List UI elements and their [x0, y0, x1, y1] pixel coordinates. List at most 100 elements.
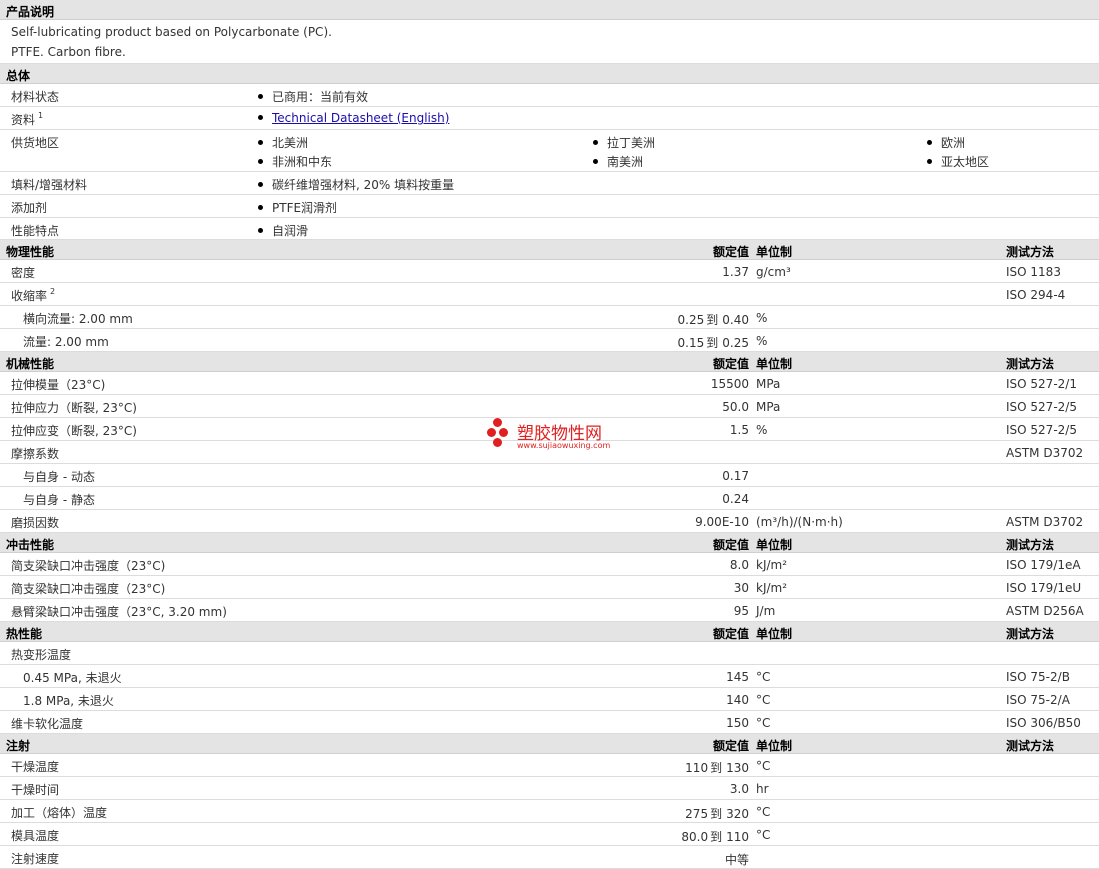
row-label: 资料 1 — [11, 111, 44, 127]
property-unit: kJ/m² — [756, 558, 788, 572]
property-row: 加工（熔体）温度 275 到 320 °C — [0, 800, 1099, 823]
region-item: 拉丁美洲 — [593, 134, 655, 151]
description-line: PTFE. Carbon fibre. — [11, 45, 126, 59]
general-row-docs: 资料 1 Technical Datasheet (English) — [0, 107, 1099, 130]
watermark-url: www.sujiaowuxing.com — [517, 441, 611, 450]
property-label: 拉伸应变（断裂, 23°C) — [11, 424, 137, 438]
section-title: 冲击性能 — [6, 538, 55, 552]
test-method: ISO 306/B50 — [1006, 716, 1081, 730]
col-header-value: 额定值 — [712, 357, 749, 371]
property-sections: 物理性能 额定值 单位制 测试方法 密度 1.37 g/cm³ ISO 1183 收缩率 2 ISO… — [0, 240, 1099, 869]
bullet-icon — [258, 159, 263, 164]
bullet-icon — [927, 159, 932, 164]
section-header-impact: 冲击性能 额定值 单位制 测试方法 — [0, 533, 1099, 553]
property-label: 0.45 MPa, 未退火 — [23, 671, 122, 685]
property-row: 干燥时间 3.0 hr — [0, 777, 1099, 800]
test-method: ISO 527-2/5 — [1006, 423, 1077, 437]
property-row: 密度 1.37 g/cm³ ISO 1183 — [0, 260, 1099, 283]
description-block: Self-lubricating product based on Polyca… — [0, 20, 1099, 64]
region-item: 非洲和中东 — [258, 153, 332, 170]
section-title: 产品说明 — [6, 5, 55, 19]
property-label: 与自身 - 动态 — [23, 470, 95, 484]
property-row: 1.8 MPa, 未退火 140 °C ISO 75-2/A — [0, 688, 1099, 711]
col-header-unit: 单位制 — [756, 357, 793, 371]
col-header-method: 测试方法 — [1006, 538, 1055, 552]
property-value: 150 — [726, 716, 749, 730]
property-row: 简支梁缺口冲击强度（23°C) 8.0 kJ/m² ISO 179/1eA — [0, 553, 1099, 576]
property-row: 与自身 - 静态 0.24 — [0, 487, 1099, 510]
property-unit: MPa — [756, 400, 781, 414]
bullet-item: 已商用：当前有效 — [258, 88, 368, 105]
property-value: 95 — [733, 604, 749, 618]
col-header-method: 测试方法 — [1006, 739, 1055, 753]
property-row: 与自身 - 动态 0.17 — [0, 464, 1099, 487]
property-unit: % — [756, 334, 768, 348]
property-label: 简支梁缺口冲击强度（23°C) — [11, 559, 166, 573]
property-unit: °C — [756, 716, 771, 730]
test-method: ISO 75-2/A — [1006, 693, 1070, 707]
property-unit: °C — [756, 693, 771, 707]
test-method: ISO 1183 — [1006, 265, 1061, 279]
general-row-status: 材料状态 已商用：当前有效 — [0, 84, 1099, 107]
test-method: ISO 294-4 — [1006, 288, 1066, 302]
property-unit: MPa — [756, 377, 781, 391]
property-unit: J/m — [756, 604, 776, 618]
property-value: 30 — [733, 581, 749, 595]
bullet-icon — [258, 115, 263, 120]
property-row: 简支梁缺口冲击强度（23°C) 30 kJ/m² ISO 179/1eU — [0, 576, 1099, 599]
bullet-icon — [258, 182, 263, 187]
technical-datasheet-link[interactable]: Technical Datasheet (English) — [272, 111, 449, 125]
property-row: 维卡软化温度 150 °C ISO 306/B50 — [0, 711, 1099, 734]
section-header-mechanical: 机械性能 额定值 单位制 测试方法 — [0, 352, 1099, 372]
property-label: 注射速度 — [11, 852, 60, 866]
section-title: 热性能 — [6, 627, 43, 641]
test-method: ISO 75-2/B — [1006, 670, 1070, 684]
row-label: 材料状态 — [11, 90, 60, 104]
bullet-icon — [927, 140, 932, 145]
col-header-unit: 单位制 — [756, 538, 793, 552]
bullet-text: 已商用：当前有效 — [272, 90, 369, 104]
property-row: 干燥温度 110 到 130 °C — [0, 754, 1099, 777]
test-method: ISO 527-2/5 — [1006, 400, 1077, 414]
property-label: 模具温度 — [11, 829, 60, 843]
general-row-regions: 供货地区 北美洲 拉丁美洲 欧洲 非洲和中东 南美洲 亚太地区 — [0, 130, 1099, 172]
watermark: 塑胶物性网 www.sujiaowuxing.com — [487, 416, 617, 456]
property-label: 干燥温度 — [11, 760, 60, 774]
col-header-method: 测试方法 — [1006, 357, 1055, 371]
property-label: 拉伸模量（23°C) — [11, 378, 106, 392]
section-title: 机械性能 — [6, 357, 55, 371]
bullet-item: 碳纤维增强材料, 20% 填料按重量 — [258, 176, 454, 193]
bullet-icon — [593, 140, 598, 145]
footnote-marker: 2 — [50, 287, 56, 296]
property-value: 中等 — [724, 853, 749, 867]
property-label: 磨损因数 — [11, 516, 60, 530]
description-line: Self-lubricating product based on Polyca… — [11, 25, 332, 39]
row-label: 供货地区 — [11, 136, 60, 150]
section-header-description: 产品说明 — [0, 0, 1099, 20]
col-header-value: 额定值 — [712, 245, 749, 259]
property-label: 横向流量: 2.00 mm — [23, 312, 133, 326]
property-value: 0.24 — [722, 492, 749, 506]
property-row: 热变形温度 — [0, 642, 1099, 665]
property-row: 收缩率 2 ISO 294-4 — [0, 283, 1099, 306]
bullet-icon — [258, 205, 263, 210]
general-row-filler: 填料/增强材料 碳纤维增强材料, 20% 填料按重量 — [0, 172, 1099, 195]
property-row: 拉伸模量（23°C) 15500 MPa ISO 527-2/1 — [0, 372, 1099, 395]
test-method: ISO 179/1eU — [1006, 581, 1082, 595]
property-label: 拉伸应力（断裂, 23°C) — [11, 401, 137, 415]
property-unit: % — [756, 311, 768, 325]
property-unit: g/cm³ — [756, 265, 791, 279]
property-value: 0.17 — [722, 469, 749, 483]
section-header-physical: 物理性能 额定值 单位制 测试方法 — [0, 240, 1099, 260]
section-header-general: 总体 — [0, 64, 1099, 84]
property-value: 50.0 — [722, 400, 749, 414]
property-value: 15500 — [710, 377, 749, 391]
section-title: 物理性能 — [6, 245, 55, 259]
bullet-icon — [258, 94, 263, 99]
property-row: 模具温度 80.0 到 110 °C — [0, 823, 1099, 846]
property-unit: (m³/h)/(N·m·h) — [756, 515, 843, 529]
property-unit: hr — [756, 782, 769, 796]
col-header-method: 测试方法 — [1006, 245, 1055, 259]
property-label: 流量: 2.00 mm — [23, 335, 109, 349]
property-label: 维卡软化温度 — [11, 717, 84, 731]
